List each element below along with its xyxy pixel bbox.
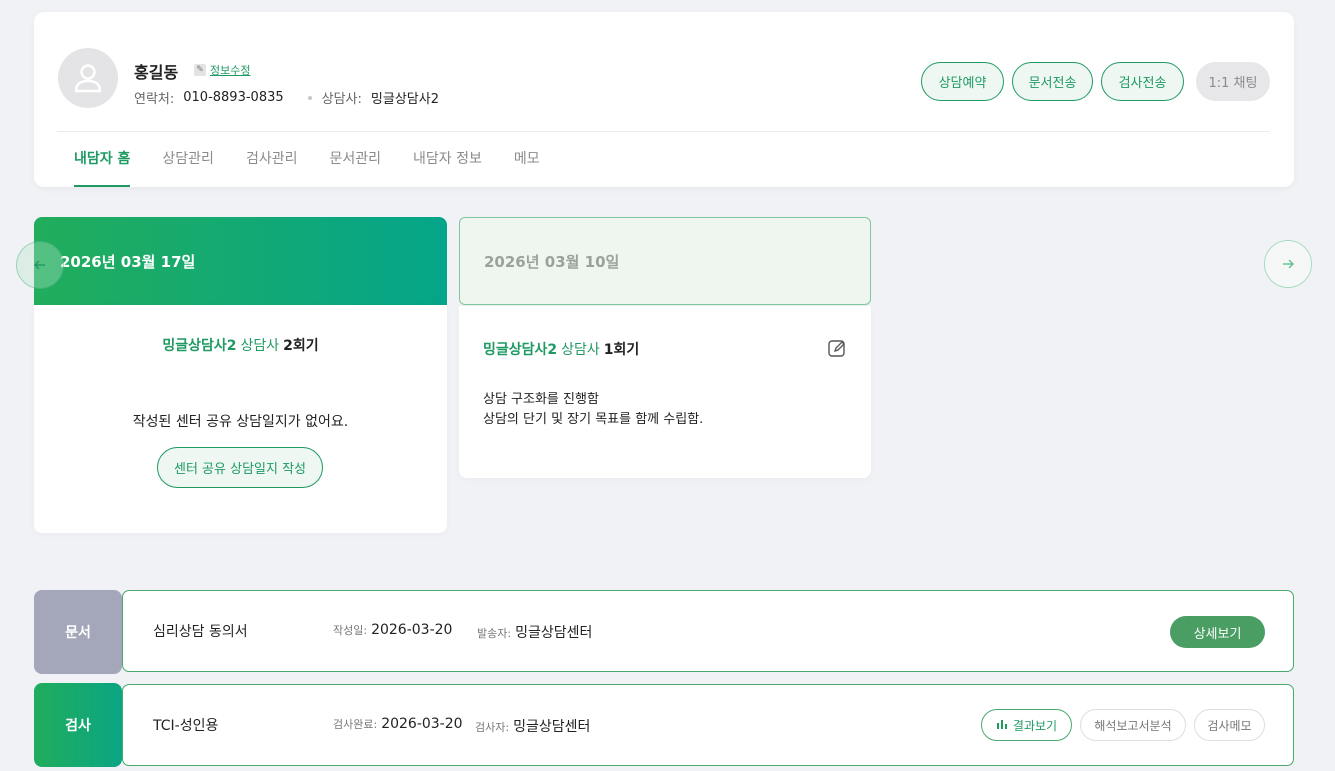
contact-value: 010-8893-0835 [183, 90, 284, 105]
counselor-label: 상담사: [321, 92, 362, 107]
test-row: TCI-성인용 검사완료: 2026-03-20 검사자: 밍글상담센터 결과보… [122, 684, 1294, 766]
document-date: 작성일: 2026-03-20 [333, 622, 452, 638]
test-completion-date: 검사완료: 2026-03-20 [333, 716, 463, 732]
tab-counseling[interactable]: 상담관리 [162, 148, 214, 187]
arrow-left-icon[interactable] [16, 241, 64, 289]
header-actions: 상담예약 문서전송 검사전송 1:1 채팅 [921, 62, 1270, 101]
client-header-card: 홍길동 ✎ 정보수정 연락처: 010-8893-0835 상담사: 밍글상담사… [34, 12, 1294, 187]
send-test-button[interactable]: 검사전송 [1101, 62, 1184, 101]
contact-row: 연락처: 010-8893-0835 상담사: 밍글상담사2 [134, 88, 439, 107]
arrow-right-icon[interactable] [1264, 240, 1312, 288]
tab-client-info[interactable]: 내담자 정보 [413, 148, 482, 187]
session-counselor-line: 밍글상담사2 상담사 1회기 [483, 339, 639, 359]
session-number: 2회기 [283, 338, 319, 354]
separator-dot [307, 95, 312, 100]
test-date-label: 검사완료: [333, 718, 378, 731]
session-date-header[interactable]: 2026년 03월 10일 [459, 217, 871, 305]
document-date-value: 2026-03-20 [371, 622, 453, 638]
session-card: 밍글상담사2 상담사 2회기 작성된 센터 공유 상담일지가 없어요. 센터 공… [34, 305, 447, 533]
counselor-name: 밍글상담사2 [162, 338, 237, 354]
write-shared-note-button[interactable]: 센터 공유 상담일지 작성 [157, 447, 323, 488]
view-result-button[interactable]: 결과보기 [981, 709, 1072, 741]
client-name: 홍길동 [134, 63, 179, 82]
session-note-line: 상담 구조화를 진행함 [483, 392, 599, 407]
interpretation-report-button[interactable]: 해석보고서분석 [1080, 709, 1186, 741]
document-date-label: 작성일: [333, 624, 368, 637]
header-divider [57, 131, 1270, 132]
test-tester: 검사자: 밍글상담센터 [475, 716, 590, 736]
test-tester-label: 검사자: [475, 721, 510, 734]
view-result-label: 결과보기 [1012, 718, 1058, 733]
send-document-button[interactable]: 문서전송 [1012, 62, 1093, 101]
session-notes: 상담 구조화를 진행함 상담의 단기 및 장기 목표를 함께 수립함. [483, 390, 703, 430]
reserve-button[interactable]: 상담예약 [921, 62, 1004, 101]
bar-chart-icon [996, 718, 1008, 732]
client-tabs: 내담자 홈 상담관리 검사관리 문서관리 내담자 정보 메모 [74, 148, 572, 187]
counselor-role: 상담사 [561, 342, 600, 358]
session-counselor-line: 밍글상담사2 상담사 2회기 [34, 335, 447, 355]
tab-documents[interactable]: 문서관리 [329, 148, 381, 187]
session-card: 밍글상담사2 상담사 1회기 상담 구조화를 진행함 상담의 단기 및 장기 목… [459, 306, 871, 478]
edit-info-label: 정보수정 [210, 64, 251, 77]
document-sender: 발송자: 밍글상담센터 [477, 622, 592, 642]
counselor-value: 밍글상담사2 [370, 92, 439, 107]
edit-note-icon[interactable] [827, 338, 847, 358]
session-number: 1회기 [603, 342, 640, 358]
edit-info-link[interactable]: ✎ 정보수정 [194, 62, 250, 78]
contact-label: 연락처: [134, 92, 175, 107]
test-tester-value: 밍글상담센터 [513, 719, 591, 735]
user-avatar-icon [58, 48, 118, 108]
document-sender-label: 발송자: [477, 627, 512, 640]
document-sender-value: 밍글상담센터 [515, 625, 593, 641]
test-actions: 결과보기 해석보고서분석 검사메모 [981, 709, 1265, 741]
test-tag: 검사 [34, 683, 122, 767]
counselor-role: 상담사 [240, 338, 280, 354]
document-row: 심리상담 동의서 작성일: 2026-03-20 발송자: 밍글상담센터 상세보… [122, 590, 1294, 672]
test-memo-button[interactable]: 검사메모 [1194, 709, 1265, 741]
test-title: TCI-성인용 [153, 718, 219, 734]
session-note-line: 상담의 단기 및 장기 목표를 함께 수립함. [483, 412, 704, 427]
document-tag: 문서 [34, 590, 122, 674]
document-title: 심리상담 동의서 [153, 624, 248, 640]
view-detail-button[interactable]: 상세보기 [1170, 616, 1265, 648]
test-date-value: 2026-03-20 [381, 716, 463, 732]
pencil-icon: ✎ [194, 64, 206, 76]
session-date-header[interactable]: 2026년 03월 17일 [34, 217, 447, 305]
counselor-name: 밍글상담사2 [483, 342, 558, 358]
tab-tests[interactable]: 검사관리 [246, 148, 298, 187]
chat-button[interactable]: 1:1 채팅 [1196, 62, 1270, 101]
empty-notes-message: 작성된 센터 공유 상담일지가 없어요. [132, 414, 349, 430]
tab-memo[interactable]: 메모 [514, 148, 540, 187]
tab-client-home[interactable]: 내담자 홈 [74, 148, 131, 187]
